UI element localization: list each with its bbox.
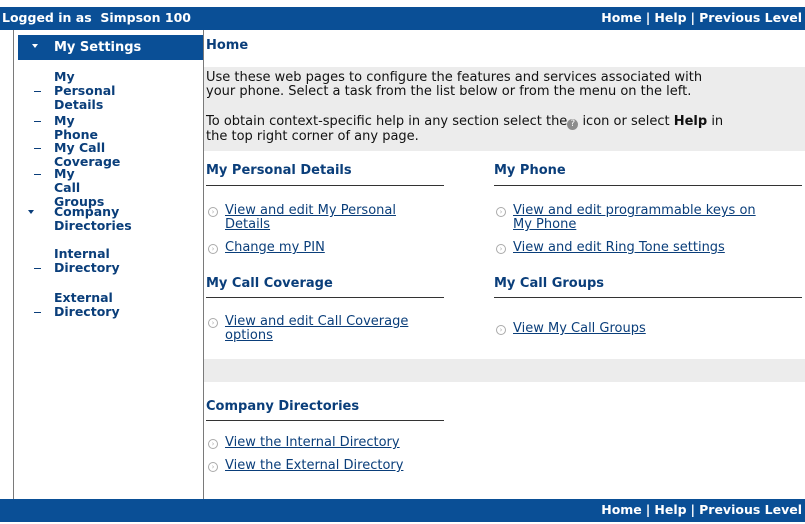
view-call-groups-link[interactable]: View My Call Groups [513, 322, 646, 336]
section-spacer [204, 359, 805, 382]
sidebar-item-label: Company Directories [54, 204, 132, 233]
circle-arrow-icon: › [208, 318, 218, 328]
link-row: › View the External Directory [208, 459, 478, 475]
triangle-down-icon [28, 210, 34, 214]
nav-separator: | [645, 10, 651, 25]
main-content: Home Use these web pages to configure th… [204, 30, 805, 499]
view-edit-call-coverage-link[interactable]: View and edit Call Coverage options [225, 315, 408, 343]
sidebar-item-label: Internal Directory [54, 246, 120, 275]
sidebar-item-label: My Settings [54, 40, 142, 55]
help-circle-icon: ? [567, 119, 579, 130]
nav-separator: | [690, 502, 696, 517]
logged-in-label: Logged in as [2, 10, 92, 25]
section-title-my-phone: My Phone [494, 163, 566, 178]
circle-arrow-icon: › [208, 462, 218, 472]
link-row: › View and edit Ring Tone settings [496, 241, 796, 257]
link-row: › View My Call Groups [496, 322, 796, 338]
section-title-call-coverage: My Call Coverage [206, 276, 333, 291]
link-row: › View and edit Call Coverage options [208, 315, 478, 345]
intro-text: Use these web pages to configure the fea… [206, 70, 703, 99]
top-bar: Logged in as Simpson 100 Home | Help | Previ… [0, 7, 805, 30]
section-title-personal-details: My Personal Details [206, 163, 352, 178]
bottom-bar: Home | Help | Previous Level [0, 499, 805, 522]
section-title-company-directories: Company Directories [206, 399, 360, 414]
triangle-down-icon [32, 44, 38, 48]
help-text: To obtain context-specific help in any s… [206, 114, 724, 144]
circle-arrow-icon: › [208, 244, 218, 254]
sidebar-item-label: My Call Groups [54, 166, 105, 209]
link-row: › View the Internal Directory [208, 436, 478, 452]
view-edit-ring-tone-link[interactable]: View and edit Ring Tone settings [513, 241, 725, 255]
dash-icon [34, 91, 41, 92]
dash-icon [34, 268, 41, 269]
circle-arrow-icon: › [208, 439, 218, 449]
top-nav: Home | Help | Previous Level [601, 10, 802, 25]
nav-separator: | [645, 502, 651, 517]
circle-arrow-icon: › [208, 207, 218, 217]
section-divider [206, 420, 444, 421]
user-name: Simpson 100 [100, 10, 191, 25]
section-divider [494, 185, 802, 186]
view-edit-personal-details-link[interactable]: View and edit My Personal Details [225, 204, 396, 232]
page-frame: My Settings My Personal Details My Phone … [13, 30, 805, 499]
section-divider [206, 297, 444, 298]
help-link[interactable]: Help [654, 502, 686, 517]
circle-arrow-icon: › [496, 244, 506, 254]
page-title: Home [206, 38, 249, 53]
sidebar-item-label: External Directory [54, 290, 120, 319]
sidebar: My Settings My Personal Details My Phone … [14, 30, 204, 499]
sidebar-item-label: My Call Coverage [54, 140, 121, 169]
section-title-call-groups: My Call Groups [494, 276, 604, 291]
section-divider [206, 185, 444, 186]
sidebar-item-label: My Personal Details [54, 69, 116, 112]
circle-arrow-icon: › [496, 325, 506, 335]
nav-separator: | [690, 10, 696, 25]
sidebar-item-label: My Phone [54, 113, 99, 142]
change-pin-link[interactable]: Change my PIN [225, 241, 325, 255]
sidebar-item-my-settings[interactable]: My Settings [18, 35, 203, 60]
dash-icon [34, 174, 41, 175]
intro-panel: Use these web pages to configure the fea… [204, 67, 805, 151]
circle-arrow-icon: › [496, 207, 506, 217]
view-edit-programmable-keys-link[interactable]: View and edit programmable keys on My Pho… [513, 204, 756, 232]
login-status: Logged in as Simpson 100 [2, 10, 191, 25]
previous-level-link[interactable]: Previous Level [699, 10, 802, 25]
dash-icon [34, 312, 41, 313]
dash-icon [34, 148, 41, 149]
help-link[interactable]: Help [654, 10, 686, 25]
link-row: › Change my PIN [208, 241, 478, 257]
dash-icon [34, 121, 41, 122]
bottom-nav: Home | Help | Previous Level [601, 502, 802, 517]
previous-level-link[interactable]: Previous Level [699, 502, 802, 517]
view-external-directory-link[interactable]: View the External Directory [225, 459, 403, 473]
link-row: › View and edit programmable keys on My P… [496, 204, 796, 234]
link-row: › View and edit My Personal Details [208, 204, 478, 234]
view-internal-directory-link[interactable]: View the Internal Directory [225, 436, 400, 450]
home-link[interactable]: Home [601, 502, 642, 517]
section-divider [494, 297, 802, 298]
home-link[interactable]: Home [601, 10, 642, 25]
